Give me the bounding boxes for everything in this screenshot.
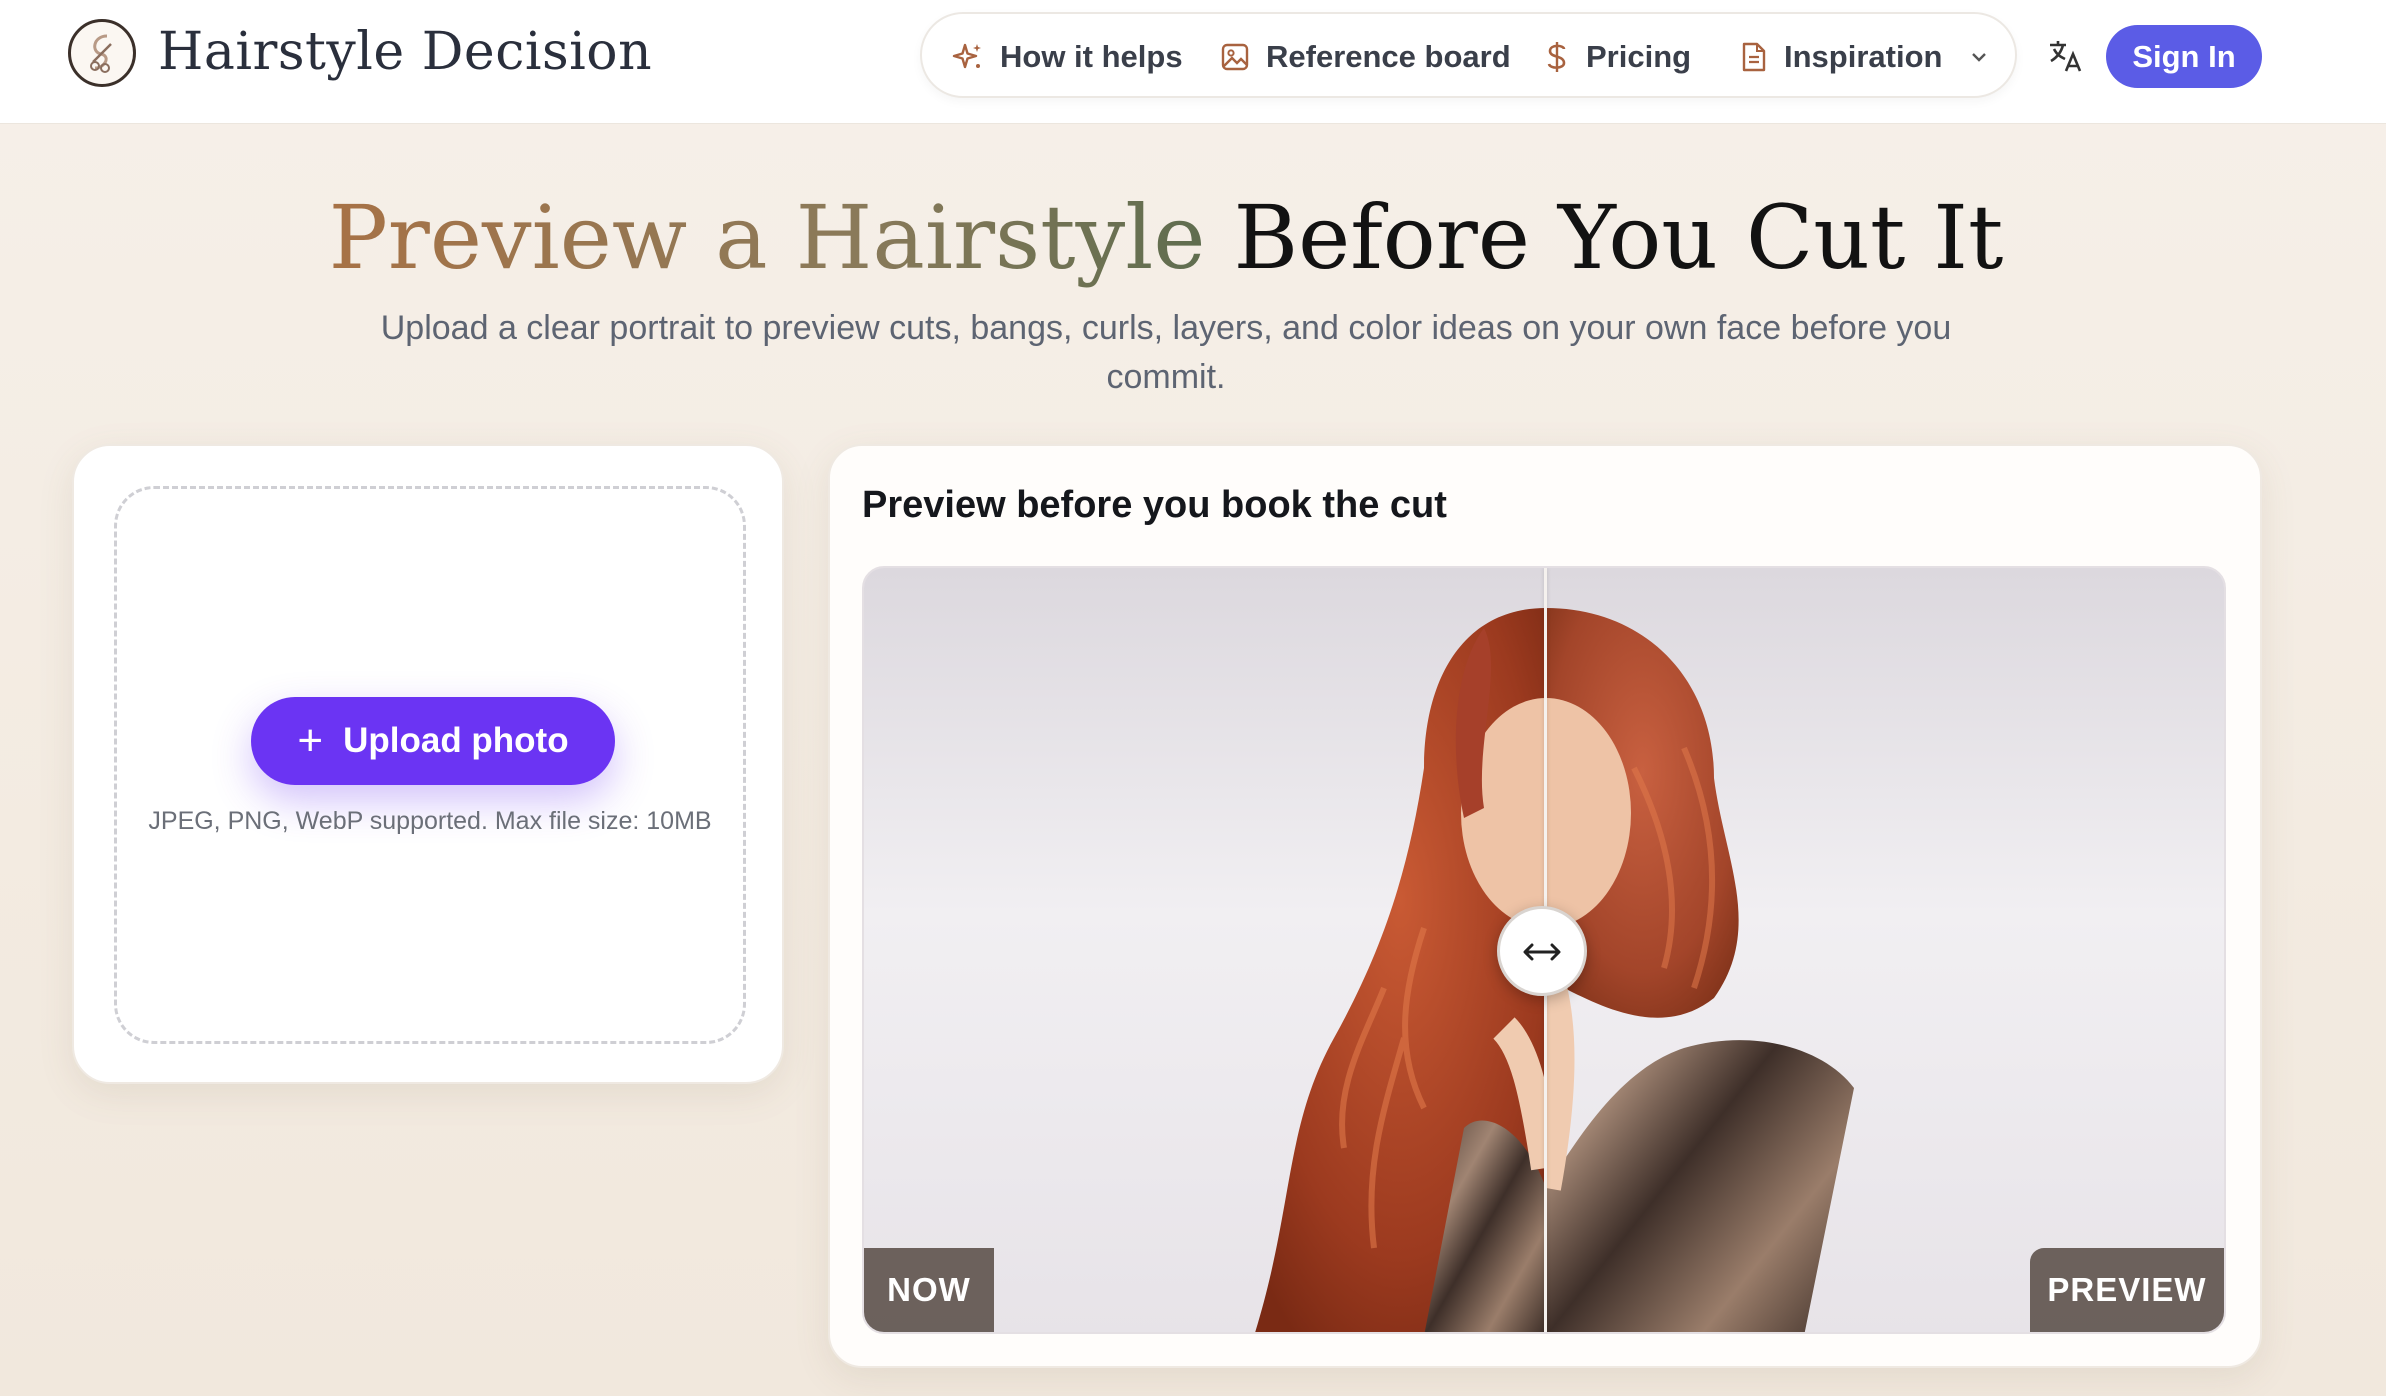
image-board-icon: [1221, 43, 1249, 71]
title-highlight: Preview a Hairstyle: [328, 186, 1206, 289]
upload-dropzone[interactable]: + Upload photo JPEG, PNG, WebP supported…: [114, 486, 746, 1044]
upload-card: + Upload photo JPEG, PNG, WebP supported…: [72, 444, 784, 1084]
title-rest: Before You Cut It: [1205, 186, 2004, 289]
nav-how-it-helps[interactable]: How it helps: [952, 14, 1183, 100]
before-after-compare[interactable]: NOW PREVIEW: [862, 566, 2226, 1334]
translate-icon[interactable]: [2046, 36, 2086, 76]
preview-title: Preview before you book the cut: [862, 484, 1447, 526]
compare-slider-handle[interactable]: [1497, 906, 1587, 996]
main-nav: How it helps Reference board Pricing Ins…: [920, 12, 2017, 98]
page-subtitle: Upload a clear portrait to preview cuts,…: [380, 309, 1952, 396]
dollar-icon: [1547, 42, 1566, 72]
brand-name[interactable]: Hairstyle Decision: [158, 22, 652, 82]
nav-label: Reference board: [1266, 39, 1511, 74]
nav-label: How it helps: [1000, 39, 1183, 74]
site-header: Hairstyle Decision How it helps Referenc…: [0, 0, 2386, 124]
logo-icon[interactable]: [68, 19, 136, 87]
nav-label: Pricing: [1586, 39, 1692, 74]
chevron-down-icon[interactable]: [1970, 51, 1988, 63]
upload-format-note: JPEG, PNG, WebP supported. Max file size…: [148, 807, 712, 835]
nav-inspiration[interactable]: Inspiration: [1740, 14, 1988, 100]
upload-photo-button[interactable]: + Upload photo: [251, 697, 615, 785]
sparkles-icon: [952, 43, 981, 69]
plus-icon: +: [297, 716, 324, 765]
arrows-horizontal-icon: [1523, 943, 1561, 961]
preview-card: Preview before you book the cut NOW PREV…: [828, 444, 2262, 1368]
after-label: PREVIEW: [2030, 1248, 2224, 1332]
sign-in-button[interactable]: Sign In: [2106, 25, 2262, 88]
nav-pricing[interactable]: Pricing: [1544, 14, 1691, 100]
nav-reference-board[interactable]: Reference board: [1220, 14, 1511, 100]
nav-label: Inspiration: [1784, 39, 1943, 74]
document-icon: [1742, 42, 1766, 72]
page-title: Preview a Hairstyle Before You Cut It: [0, 186, 2332, 289]
upload-button-label: Upload photo: [343, 721, 569, 760]
before-label: NOW: [864, 1248, 994, 1332]
